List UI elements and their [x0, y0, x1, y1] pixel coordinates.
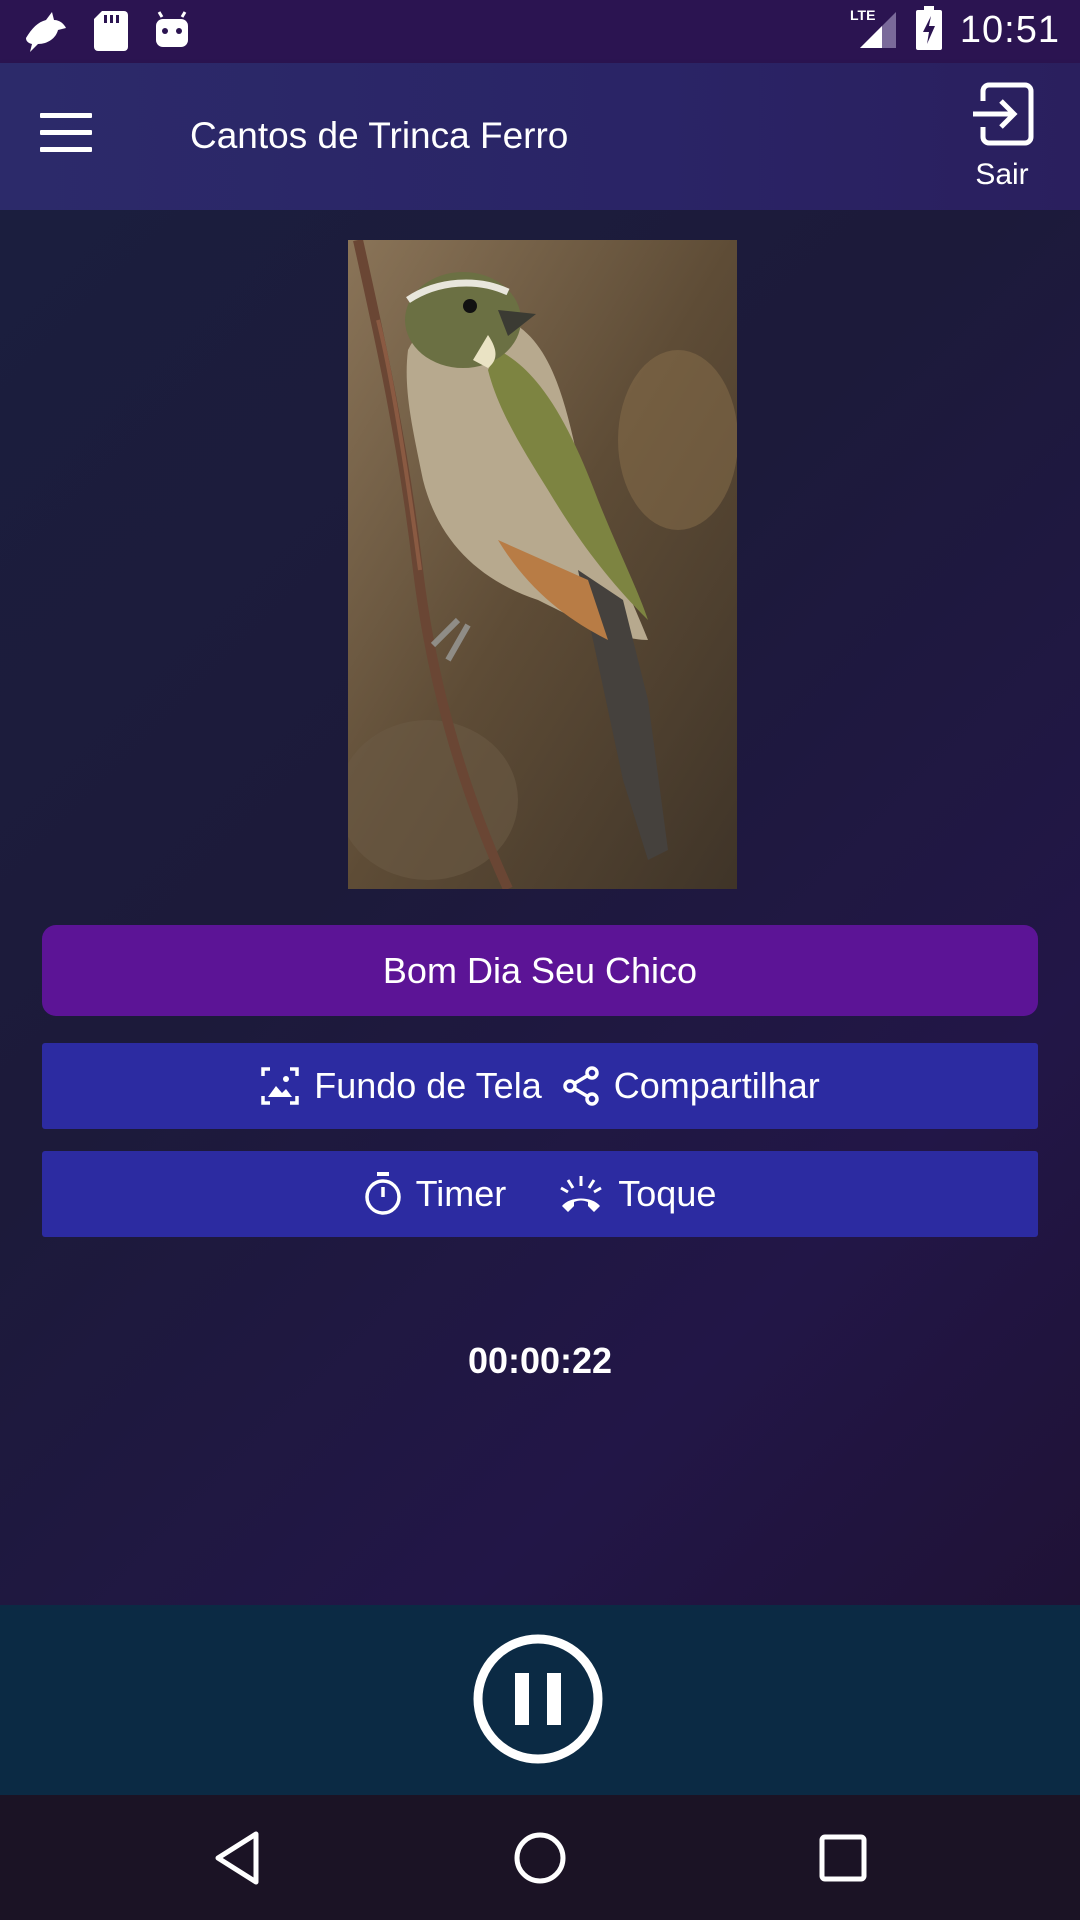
- home-icon: [514, 1832, 566, 1884]
- player-bar: [0, 1605, 1080, 1795]
- share-label: Compartilhar: [613, 1065, 820, 1106]
- clock: 10:51: [959, 9, 1060, 51]
- share-icon: [562, 1066, 599, 1106]
- recents-button[interactable]: [813, 1828, 873, 1888]
- timer-button[interactable]: Timer: [364, 1172, 507, 1216]
- song-title-button[interactable]: Bom Dia Seu Chico: [42, 925, 1038, 1016]
- ringtone-button[interactable]: Toque: [558, 1173, 716, 1215]
- status-bar: LTE 10:51: [0, 0, 1080, 63]
- exit-label: Sair: [975, 158, 1029, 191]
- bird-app-icon: [22, 8, 68, 59]
- stopwatch-icon: [364, 1172, 401, 1215]
- signal-icon: LTE: [848, 6, 898, 55]
- bird-photo: [348, 240, 737, 889]
- exit-button[interactable]: Sair: [962, 81, 1042, 192]
- back-icon: [215, 1831, 259, 1885]
- main-content: Bom Dia Seu Chico Fundo de Tela Comparti…: [0, 210, 1080, 1605]
- home-button[interactable]: [510, 1828, 570, 1888]
- elapsed-time: 00:00:22: [467, 1340, 613, 1381]
- app-bar: Cantos de Trinca Ferro Sair: [0, 63, 1080, 210]
- exit-icon: [973, 82, 1034, 146]
- action-row-1: Fundo de Tela Compartilhar: [42, 1043, 1038, 1129]
- back-button[interactable]: [208, 1828, 268, 1888]
- wallpaper-button[interactable]: Fundo de Tela: [260, 1065, 542, 1107]
- timer-label: Timer: [415, 1173, 507, 1214]
- pause-button[interactable]: [472, 1633, 604, 1765]
- menu-button[interactable]: [40, 113, 104, 161]
- network-type: LTE: [850, 7, 875, 23]
- action-row-2: Timer Toque: [42, 1151, 1038, 1237]
- app-title: Cantos de Trinca Ferro: [190, 115, 569, 156]
- battery-charging-icon: [915, 6, 942, 55]
- song-title: Bom Dia Seu Chico: [382, 949, 698, 991]
- wallpaper-label: Fundo de Tela: [314, 1065, 542, 1106]
- recents-icon: [819, 1834, 867, 1882]
- android-icon: [154, 11, 190, 56]
- pause-icon: [473, 1634, 603, 1764]
- share-button[interactable]: Compartilhar: [562, 1065, 820, 1107]
- ringtone-label: Toque: [618, 1173, 717, 1214]
- sd-card-icon: [94, 11, 128, 56]
- wallpaper-icon: [261, 1067, 299, 1105]
- menu-icon: [40, 113, 104, 152]
- ringtone-icon: [560, 1176, 603, 1212]
- navigation-bar: [0, 1795, 1080, 1920]
